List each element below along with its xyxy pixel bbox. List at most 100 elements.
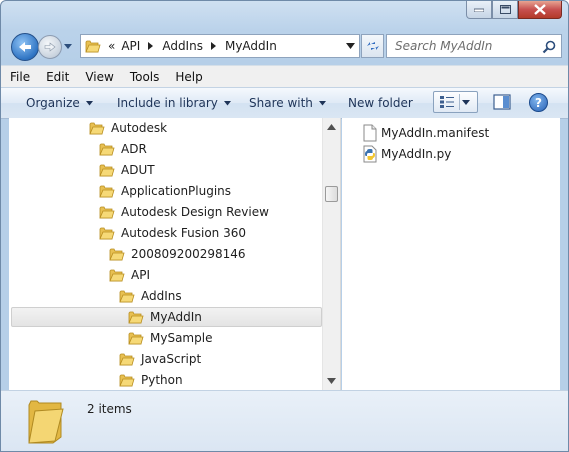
maximize-icon [499,5,511,14]
menu-bar: File Edit View Tools Help [1,65,568,88]
new-folder-button[interactable]: New folder [348,96,413,110]
tree-item-api[interactable]: API [11,265,322,285]
folder-icon [119,290,135,303]
file-name: MyAddIn.manifest [381,126,490,140]
change-view-button[interactable] [433,91,478,113]
close-button[interactable] [518,1,562,19]
tree-item-label: API [131,268,150,282]
document-icon [363,124,377,142]
menu-help[interactable]: Help [166,70,209,84]
chevron-down-icon [85,100,93,105]
minimize-icon [474,8,484,12]
file-item-py[interactable]: MyAddIn.py [362,144,451,164]
tree-item-autodesk-fusion-360[interactable]: Autodesk Fusion 360 [11,223,322,243]
file-item-manifest[interactable]: MyAddIn.manifest [362,123,489,143]
organize-label: Organize [26,96,80,110]
scroll-up-icon[interactable] [327,123,336,131]
explorer-window: « API AddIns MyAddIn File Edit View T [0,0,569,452]
file-list: MyAddIn.manifest MyAddIn.py [342,118,560,390]
view-separator [459,94,460,110]
item-count: 2 items [87,402,132,416]
search-icon[interactable] [542,40,556,54]
navigation-bar: « API AddIns MyAddIn [9,32,562,62]
address-bar[interactable]: « API AddIns MyAddIn [80,34,360,58]
tree-item-adut[interactable]: ADUT [11,160,322,180]
tree-item-javascript[interactable]: JavaScript [11,349,322,369]
tree-item-label: Autodesk Fusion 360 [121,226,246,240]
folder-icon [89,122,105,135]
breadcrumb-arrow-icon[interactable] [148,42,154,50]
tree-item-label: MyAddIn [150,310,202,324]
tree-item-autodesk-design-review[interactable]: Autodesk Design Review [11,202,322,222]
back-button[interactable] [11,33,39,61]
tree-item-mysample[interactable]: MySample [11,328,322,348]
tree-item-label: ApplicationPlugins [121,184,232,198]
tree-item-label: Python [141,373,183,387]
details-view-icon [440,96,454,108]
preview-pane-icon[interactable] [493,94,511,110]
folder-icon [128,311,144,324]
folder-icon [99,185,115,198]
folder-icon [85,40,101,53]
folder-icon [28,400,64,444]
breadcrumb-item-addins[interactable]: AddIns [162,39,203,53]
minimize-button[interactable] [466,1,492,19]
menu-tools[interactable]: Tools [121,70,167,84]
folder-icon [99,164,115,177]
python-file-icon [363,145,377,163]
tree-item-label: ADUT [121,163,155,177]
search-input[interactable] [393,38,537,54]
folder-icon [119,353,135,366]
tree-item-label: ADR [121,142,147,156]
scrollbar-thumb[interactable] [325,186,338,202]
maximize-button[interactable] [492,1,518,19]
include-in-library-label: Include in library [117,96,218,110]
breadcrumb-item-myaddin[interactable]: MyAddIn [225,39,277,53]
file-name: MyAddIn.py [381,147,452,161]
tree-item-applicationplugins[interactable]: ApplicationPlugins [11,181,322,201]
refresh-button[interactable] [361,34,384,58]
tree-item-label: Autodesk Design Review [121,205,269,219]
share-with-label: Share with [249,96,313,110]
folder-icon [99,206,115,219]
folder-icon [109,269,125,282]
include-in-library-button[interactable]: Include in library [117,96,231,110]
tree-item-label: JavaScript [141,352,202,366]
tree-item-autodesk[interactable]: Autodesk [11,118,322,138]
tree-item-addins[interactable]: AddIns [11,286,322,306]
folder-icon [99,227,115,240]
folder-icon [99,143,115,156]
breadcrumb-item-api[interactable]: API [121,39,140,53]
help-button[interactable]: ? [529,93,548,112]
breadcrumb-arrow-icon[interactable] [210,42,217,50]
tree-scrollbar[interactable] [322,118,340,390]
chevron-down-icon[interactable] [346,42,355,50]
folder-icon [128,332,144,345]
folder-icon [109,248,125,261]
tree-item-label: MySample [150,331,213,345]
chevron-down-icon[interactable] [462,99,470,105]
tree-item-python[interactable]: Python [11,370,322,390]
refresh-icon [366,42,379,50]
tree-item-adr[interactable]: ADR [11,139,322,159]
tree-item-200809200298146[interactable]: 200809200298146 [11,244,322,264]
navigation-pane: Autodesk ADR ADUT ApplicationPlugins Aut… [9,118,341,390]
search-box[interactable] [386,34,562,58]
tree-item-myaddin[interactable]: MyAddIn [11,307,322,327]
menu-view[interactable]: View [76,70,120,84]
scroll-down-icon[interactable] [327,377,336,385]
tree-item-label: 200809200298146 [131,247,246,261]
share-with-button[interactable]: Share with [249,96,326,110]
menu-file[interactable]: File [1,70,37,84]
back-arrow-icon [19,42,31,52]
recent-pages-dropdown[interactable] [64,41,72,51]
forward-button[interactable] [38,35,62,59]
new-folder-label: New folder [348,96,413,110]
chevron-down-icon [318,100,326,105]
breadcrumb-overflow[interactable]: « [108,39,115,53]
tree-item-label: Autodesk [111,121,168,135]
menu-edit[interactable]: Edit [37,70,76,84]
chevron-down-icon [223,100,231,105]
details-pane: 2 items [1,390,568,451]
organize-button[interactable]: Organize [26,96,93,110]
